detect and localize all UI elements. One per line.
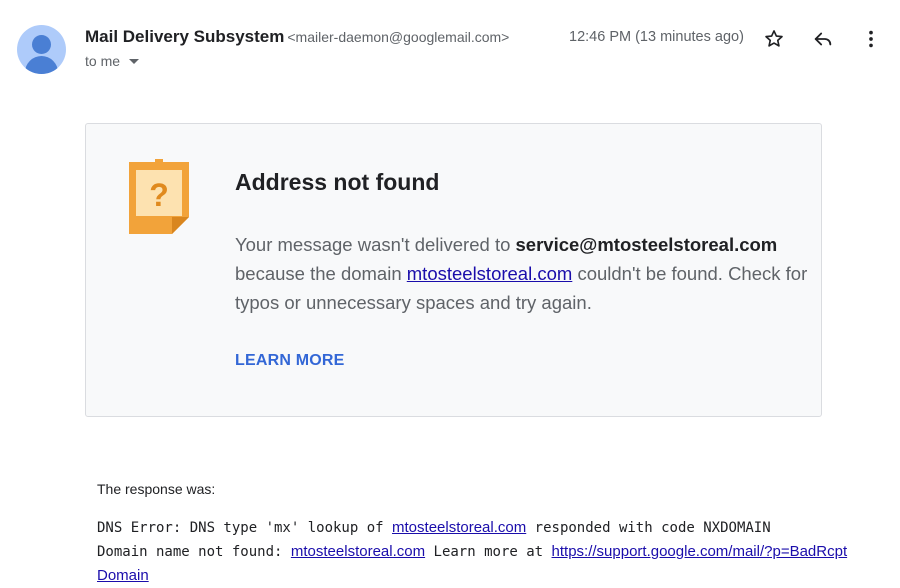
notice-text-1: Your message wasn't delivered to: [235, 234, 516, 255]
response-line-2-mid: Learn more at: [425, 544, 552, 560]
to-label: to me: [85, 53, 121, 69]
response-domain-link-1[interactable]: mtosteelstoreal.com: [392, 519, 526, 536]
domain-link[interactable]: mtosteelstoreal.com: [407, 263, 573, 284]
notice-title: Address not found: [235, 169, 440, 195]
sender-name[interactable]: Mail Delivery Subsystem: [85, 27, 284, 46]
timestamp: 12:46 PM (13 minutes ago): [569, 29, 744, 45]
response-label: The response was:: [97, 481, 216, 497]
notice-text-2: because the domain: [235, 263, 407, 284]
response-line-1-prefix: DNS Error: DNS type 'mx' lookup of: [97, 520, 393, 536]
more-options-button[interactable]: [858, 26, 884, 52]
chevron-down-icon: [129, 58, 140, 64]
recipient-address: service@mtosteelstoreal.com: [515, 234, 778, 255]
bounce-notice-card: ? Address not found Your message wasn't …: [85, 123, 822, 417]
sender-line: Mail Delivery Subsystem <mailer-daemon@go…: [85, 27, 509, 47]
reply-icon: [814, 32, 832, 46]
response-line-1-suffix: responded with code NXDOMAIN: [526, 520, 771, 536]
star-icon: [765, 30, 783, 47]
svg-text:?: ?: [149, 177, 169, 213]
avatar-body: [25, 56, 58, 74]
learn-more-link[interactable]: LEARN MORE: [235, 352, 345, 370]
response-domain-link-2[interactable]: mtosteelstoreal.com: [291, 543, 425, 560]
sender-email: <mailer-daemon@googlemail.com>: [287, 29, 510, 45]
avatar-head: [32, 35, 51, 54]
response-body: DNS Error: DNS type 'mx' lookup of mtost…: [97, 516, 857, 588]
response-line-1: DNS Error: DNS type 'mx' lookup of mtost…: [97, 516, 857, 540]
recipient-details-toggle[interactable]: to me: [85, 53, 140, 69]
question-note-icon: ?: [129, 159, 189, 234]
response-line-2: Domain name not found: mtosteelstoreal.c…: [97, 540, 857, 588]
avatar[interactable]: [17, 25, 66, 74]
more-vert-icon: [869, 30, 873, 48]
notice-message: Your message wasn't delivered to service…: [235, 230, 810, 317]
response-line-2-prefix: Domain name not found:: [97, 544, 291, 560]
reply-button[interactable]: [810, 26, 836, 52]
star-button[interactable]: [761, 26, 787, 52]
